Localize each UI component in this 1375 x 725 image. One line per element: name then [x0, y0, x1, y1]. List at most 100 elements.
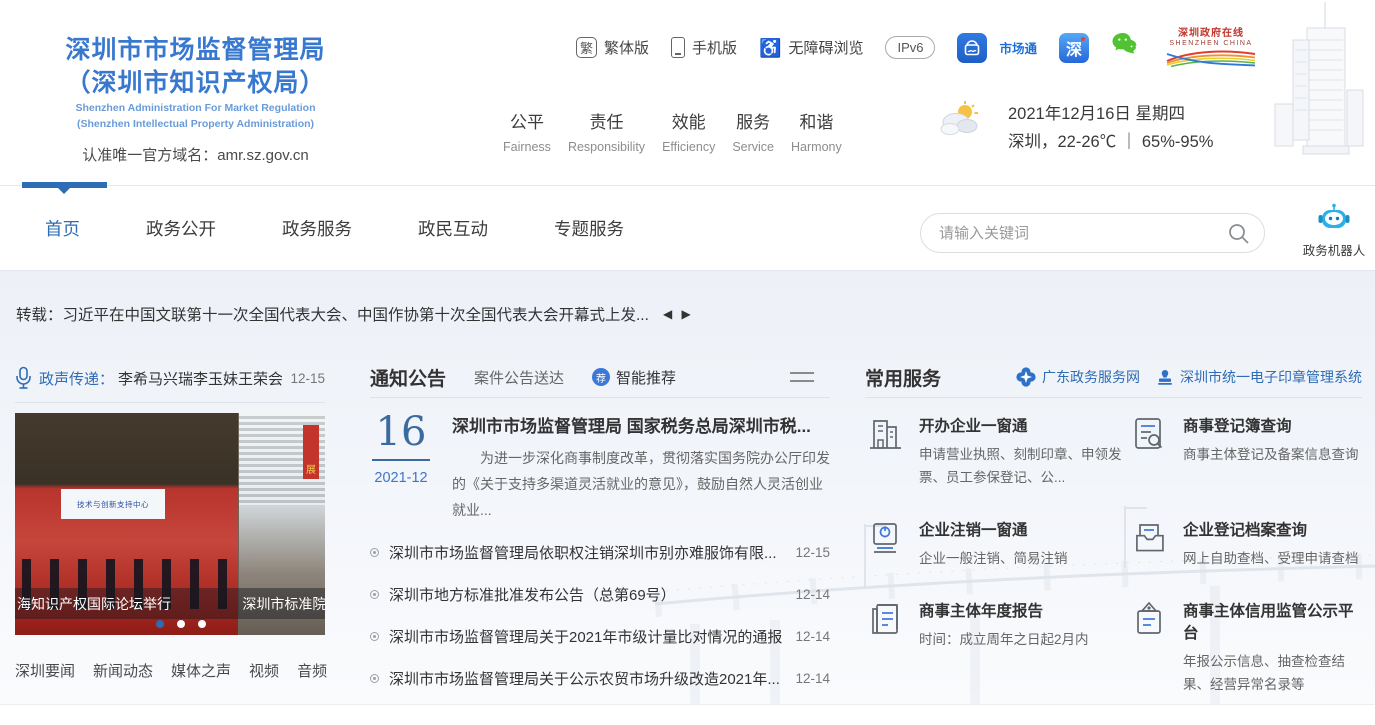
logo-title-cn: 深圳市市场监督管理局 [28, 34, 363, 67]
mobile-icon [671, 37, 685, 58]
featured-date: 16 2021-12 [370, 412, 432, 524]
ishenzhen-char: 深 [1066, 36, 1082, 60]
eseal-system-link[interactable]: 深圳市统一电子印章管理系统 [1156, 367, 1362, 387]
market-app-link[interactable]: 市场通 [957, 33, 1037, 63]
service-credit-platform[interactable]: 商事主体信用监管公示平台 年报公示信息、抽查检查结果、经营异常名录等 [1129, 599, 1362, 697]
value-en: Harmony [791, 140, 842, 154]
annual-report-icon [865, 599, 905, 639]
tab-video[interactable]: 视频 [249, 660, 279, 681]
featured-notice-title[interactable]: 深圳市市场监督管理局 国家税务总局深圳市税... [452, 412, 830, 437]
logo-title-en2: (Shenzhen Intellectual Property Administ… [28, 118, 363, 132]
service-open-company[interactable]: 开办企业一窗通 申请营业执照、刻制印章、申领发票、员工参保登记、公... [865, 414, 1125, 490]
service-annual-report[interactable]: 商事主体年度报告 时间：成立周年之日起2月内 [865, 599, 1125, 697]
search-input[interactable] [939, 215, 1219, 251]
featured-notice-summary: 为进一步深化商事制度改革，贯彻落实国务院办公厅印发的《关于支持多渠道灵活就业的意… [452, 446, 830, 524]
notice-list-item[interactable]: 深圳市市场监督管理局关于2021年市级计量比对情况的通报 12-14 [370, 616, 830, 658]
featured-month: 2021-12 [370, 470, 432, 486]
wechat-icon[interactable] [1111, 31, 1143, 64]
guangdong-portal-label: 广东政务服务网 [1042, 367, 1140, 387]
carousel-caption-bar: 海知识产权国际论坛举行 深圳市标准院 [15, 588, 325, 619]
accessibility-label: 无障碍浏览 [788, 37, 863, 58]
value-en: Responsibility [568, 140, 645, 154]
ticker-prev-icon[interactable]: ◀ [663, 307, 675, 321]
case-announcement-tab[interactable]: 案件公告送达 [474, 367, 564, 388]
weather-date: 2021年12月16日 星期四 [1008, 100, 1213, 128]
nav-tab-special[interactable]: 专题服务 [554, 216, 624, 241]
value-item: 公平 Fairness [503, 108, 551, 154]
notice-header: 通知公告 案件公告送达 荐 智能推荐 [370, 361, 830, 393]
news-column: 政声传递： 李希马兴瑞李玉妹王荣会... 12-15 技术与创新支持中心 展 海… [15, 361, 325, 681]
services-header: 常用服务 广东政务服务网 [865, 361, 1362, 393]
left-divider [15, 402, 325, 403]
nav-tab-gov-info[interactable]: 政务公开 [146, 216, 216, 241]
value-cn: 责任 [568, 108, 645, 133]
featured-notice[interactable]: 16 2021-12 深圳市市场监督管理局 国家税务总局深圳市税... 为进一步… [370, 412, 830, 524]
ticker-headline[interactable]: 转载：习近平在中国文联第十一次全国代表大会、中国作协第十次全国代表大会开幕式上发… [16, 303, 649, 325]
building-illustration [1263, 0, 1375, 184]
guangdong-portal-link[interactable]: 广东政务服务网 [1016, 367, 1140, 387]
service-desc: 商事主体登记及备案信息查询 [1183, 444, 1359, 467]
robot-icon [1317, 203, 1351, 233]
news-carousel[interactable]: 技术与创新支持中心 展 海知识产权国际论坛举行 深圳市标准院 [15, 413, 325, 635]
voice-news-title[interactable]: 李希马兴瑞李玉妹王荣会... [118, 368, 282, 389]
stamp-icon [1156, 368, 1174, 386]
carousel-dot-2[interactable] [177, 620, 185, 628]
nav-tab-interaction[interactable]: 政民互动 [418, 216, 488, 241]
service-desc: 时间：成立周年之日起2月内 [919, 629, 1089, 652]
core-values: 公平Fairness 责任Responsibility 效能Efficiency… [503, 108, 842, 154]
notice-list-item[interactable]: 深圳市市场监督管理局依职权注销深圳市别亦难服饰有限... 12-15 [370, 532, 830, 574]
ishenzhen-dot [1081, 37, 1085, 41]
news-category-tabs: 深圳要闻 新闻动态 媒体之声 视频 音频 [15, 660, 325, 681]
tab-shenzhen-news[interactable]: 深圳要闻 [15, 660, 75, 681]
shenzhen-china-logo[interactable]: 深圳政府在线 SHENZHEN CHINA [1165, 28, 1257, 68]
notice-item-title: 深圳市市场监督管理局关于2021年市级计量比对情况的通报 [389, 626, 795, 647]
service-desc: 企业一般注销、简易注销 [919, 548, 1068, 571]
smart-recommend[interactable]: 荐 智能推荐 [592, 367, 676, 388]
value-item: 责任 Responsibility [568, 108, 645, 154]
value-en: Fairness [503, 140, 551, 154]
service-title: 开办企业一窗通 [919, 414, 1125, 436]
ishenzhen-app-icon[interactable]: 深 [1059, 33, 1089, 63]
tab-audio[interactable]: 音频 [297, 660, 327, 681]
pinwheel-icon [1016, 367, 1036, 387]
traditional-chinese-link[interactable]: 繁 繁体版 [576, 37, 649, 58]
value-cn: 服务 [732, 108, 774, 133]
notice-list-item[interactable]: 深圳市市场监督管理局关于公示农贸市场升级改造2021年... 12-14 [370, 658, 830, 700]
search-button[interactable] [1227, 222, 1251, 246]
microphone-icon [15, 366, 32, 390]
credit-platform-icon [1129, 599, 1169, 639]
notice-item-title: 深圳市市场监督管理局关于公示农贸市场升级改造2021年... [389, 668, 795, 689]
carousel-caption[interactable]: 海知识产权国际论坛举行 [15, 594, 233, 614]
eseal-system-label: 深圳市统一电子印章管理系统 [1180, 367, 1362, 387]
value-item: 和谐Harmony [791, 108, 842, 154]
carousel-dot-1[interactable] [156, 620, 164, 628]
traditional-chinese-icon: 繁 [576, 37, 597, 58]
value-cn: 公平 [503, 108, 551, 133]
tab-media-voice[interactable]: 媒体之声 [171, 660, 231, 681]
carousel-caption-next[interactable]: 深圳市标准院 [233, 594, 325, 614]
ticker-next-icon[interactable]: ▶ [682, 307, 694, 321]
mobile-version-link[interactable]: 手机版 [671, 37, 737, 58]
nav-tab-gov-services[interactable]: 政务服务 [282, 216, 352, 241]
tab-news-updates[interactable]: 新闻动态 [93, 660, 153, 681]
gov-robot-button[interactable]: 政务机器人 [1302, 203, 1366, 259]
search-icon [1227, 222, 1251, 246]
notice-more-icon[interactable] [790, 366, 814, 388]
voice-news-label[interactable]: 政声传递： [39, 368, 114, 389]
service-register-query[interactable]: 商事登记簿查询 商事主体登记及备案信息查询 [1129, 414, 1362, 490]
accessibility-link[interactable]: ♿ 无障碍浏览 [759, 37, 863, 58]
bullet-icon [370, 632, 379, 641]
logo-title-en: Shenzhen Administration For Market Regul… [28, 102, 363, 116]
ipv6-badge[interactable]: IPv6 [885, 36, 935, 59]
service-company-cancel[interactable]: 企业注销一窗通 企业一般注销、简易注销 [865, 518, 1125, 571]
carousel-dot-3[interactable] [198, 620, 206, 628]
site-logo[interactable]: 深圳市市场监督管理局 （深圳市知识产权局） Shenzhen Administr… [28, 34, 363, 165]
notice-item-date: 12-14 [795, 671, 830, 686]
notice-list-item[interactable]: 深圳市地方标准批准发布公告（总第69号） 12-14 [370, 574, 830, 616]
notice-title[interactable]: 通知公告 [370, 364, 446, 391]
nav-tab-home[interactable]: 首页 [45, 216, 80, 241]
red-banner-tag: 展 [303, 425, 319, 479]
notice-divider [370, 397, 830, 398]
utility-bar: 繁 繁体版 手机版 ♿ 无障碍浏览 IPv6 市场通 深 [576, 28, 1257, 68]
service-archive-query[interactable]: 企业登记档案查询 网上自助查档、受理申请查档 [1129, 518, 1362, 571]
